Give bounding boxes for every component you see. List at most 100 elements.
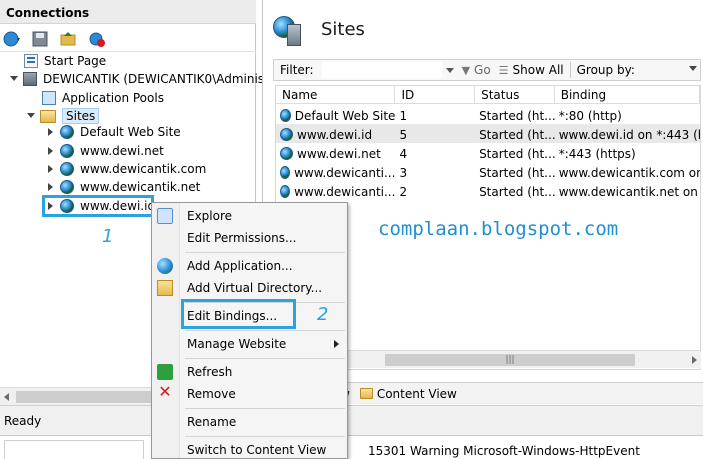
menu-item-switch-to-content-view[interactable]: Switch to Content View — [181, 439, 347, 459]
table-row[interactable]: www.dewicanti... 3 Started (ht... www.de… — [276, 162, 700, 181]
column-header-binding[interactable]: Binding — [555, 86, 700, 104]
cell-id: 5 — [399, 127, 408, 142]
cell-name: Default Web Site — [294, 108, 396, 123]
server-icon — [23, 72, 37, 86]
folder-icon — [359, 388, 373, 399]
menu-item-edit-permissions[interactable]: Edit Permissions... — [181, 227, 347, 249]
expand-toggle-icon[interactable] — [9, 74, 19, 84]
table-row-selected[interactable]: www.dewi.id 5 Started (ht... www.dewi.id… — [276, 124, 700, 143]
table-row[interactable]: www.dewicanti... 2 Started (ht... www.de… — [276, 181, 700, 200]
tree-item-label: DEWICANTIK (DEWICANTIK0\Administr — [43, 72, 274, 86]
status-bar: Ready — [0, 405, 703, 435]
cell-binding: *:80 (http) — [558, 108, 622, 123]
menu-separator — [185, 330, 345, 331]
menu-item-manage-website[interactable]: Manage Website — [181, 333, 347, 355]
tree-item-label: www.dewicantik.com — [80, 162, 207, 176]
tree-item-label: Default Web Site — [80, 125, 181, 139]
globe-icon — [280, 166, 291, 179]
connections-toolbar — [0, 26, 256, 52]
cell-name: www.dewicanti... — [294, 165, 396, 180]
sites-folder-icon — [40, 109, 56, 123]
filter-bar: Filter: ▼ Go ☰ Show All Group by: — [273, 59, 701, 81]
tree-item-site[interactable]: Default Web Site — [46, 123, 181, 141]
cell-status: Started (ht... — [479, 108, 555, 123]
annotation-label-2: 2 — [317, 304, 329, 325]
expand-toggle-icon[interactable] — [26, 111, 36, 121]
folder-up-icon[interactable] — [59, 30, 77, 48]
explore-icon — [157, 208, 173, 224]
menu-item-rename[interactable]: Rename — [181, 411, 347, 433]
annotation-label-1: 1 — [102, 226, 114, 247]
save-icon[interactable] — [31, 30, 49, 48]
show-all-button[interactable]: Show All — [513, 63, 564, 77]
expand-toggle-icon[interactable] — [46, 182, 56, 192]
table-row[interactable]: Default Web Site 1 Started (ht... *:80 (… — [276, 105, 700, 124]
tree-item-site[interactable]: www.dewi.net — [46, 142, 164, 160]
menu-item-add-application[interactable]: Add Application... — [181, 255, 347, 277]
status-text: Ready — [4, 414, 42, 428]
column-header-status[interactable]: Status — [475, 86, 555, 104]
application-pools-icon — [42, 91, 56, 105]
menu-item-refresh[interactable]: Refresh — [181, 361, 347, 383]
go-button[interactable]: Go — [474, 63, 491, 77]
cell-status: Started (ht... — [479, 127, 555, 142]
background-window-strip: 15301 Warning Microsoft-Windows-HttpEven… — [0, 435, 703, 459]
globe-icon — [280, 109, 291, 122]
remove-x-icon: ✕ — [158, 382, 172, 401]
add-virtual-directory-icon — [157, 280, 173, 296]
column-header-name[interactable]: Name — [276, 86, 396, 104]
annotation-highlight-box-2 — [181, 299, 296, 329]
tree-item-label: Sites — [62, 108, 100, 124]
connections-title: Connections — [0, 0, 256, 24]
scroll-right-icon[interactable] — [692, 356, 697, 364]
cell-id: 4 — [399, 146, 408, 161]
expand-toggle-icon[interactable] — [46, 127, 56, 137]
table-row[interactable]: www.dewi.net 4 Started (ht... *:443 (htt… — [276, 143, 700, 162]
filter-label: Filter: — [280, 63, 314, 77]
expand-toggle-icon[interactable] — [46, 146, 56, 156]
funnel-icon: ▼ — [461, 63, 471, 77]
globe-icon — [60, 144, 74, 158]
menu-item-explore[interactable]: Explore — [181, 205, 347, 227]
show-all-icon: ☰ — [498, 63, 509, 77]
tab-label: Content View — [376, 386, 457, 401]
cell-status: Started (ht... — [479, 146, 555, 161]
connect-globe-icon[interactable] — [3, 30, 21, 48]
chevron-down-icon[interactable] — [689, 66, 697, 71]
tree-item-server[interactable]: DEWICANTIK (DEWICANTIK0\Administr — [9, 70, 274, 88]
disconnect-icon[interactable] — [88, 30, 106, 48]
menu-separator — [185, 408, 345, 409]
tree-item-label: Start Page — [44, 54, 107, 68]
context-menu: Explore Edit Permissions... Add Applicat… — [151, 202, 348, 459]
add-application-icon — [157, 258, 173, 274]
tree-item-start-page[interactable]: Start Page — [24, 52, 106, 70]
group-by-dropdown[interactable]: Group by: — [577, 63, 635, 77]
column-header-id[interactable]: ID — [395, 86, 476, 104]
cell-binding: www.dewi.id on *:443 (http — [558, 127, 700, 142]
background-panel — [4, 440, 144, 459]
page-title: Sites — [321, 19, 365, 40]
globe-icon — [280, 185, 291, 198]
tab-content-view[interactable]: Content View — [359, 386, 457, 401]
expand-toggle-icon[interactable] — [46, 164, 56, 174]
tree-item-application-pools[interactable]: Application Pools — [42, 89, 164, 107]
chevron-down-icon[interactable] — [445, 67, 454, 73]
cell-name: www.dewi.id — [297, 127, 373, 142]
tree-item-site[interactable]: www.dewicantik.com — [46, 160, 206, 178]
filter-input[interactable] — [321, 62, 442, 78]
cell-name: www.dewi.net — [297, 146, 381, 161]
menu-item-add-virtual-directory[interactable]: Add Virtual Directory... — [181, 277, 347, 299]
cell-status: Started (ht... — [479, 165, 555, 180]
tree-item-site[interactable]: www.dewicantik.net — [46, 178, 200, 196]
globe-icon — [280, 128, 293, 141]
refresh-icon — [157, 364, 173, 380]
toolbar-divider — [569, 62, 571, 78]
cell-binding: *:443 (https) — [558, 146, 636, 161]
globe-icon — [280, 147, 293, 160]
table-header: Name ID Status Binding — [276, 86, 700, 104]
scrollbar-thumb[interactable]: ||| — [385, 354, 635, 366]
menu-item-remove[interactable]: Remove — [181, 383, 347, 405]
scrollbar-thumb[interactable] — [16, 391, 156, 403]
scroll-left-icon[interactable] — [4, 393, 9, 401]
tree-item-label: www.dewicantik.net — [80, 180, 201, 194]
